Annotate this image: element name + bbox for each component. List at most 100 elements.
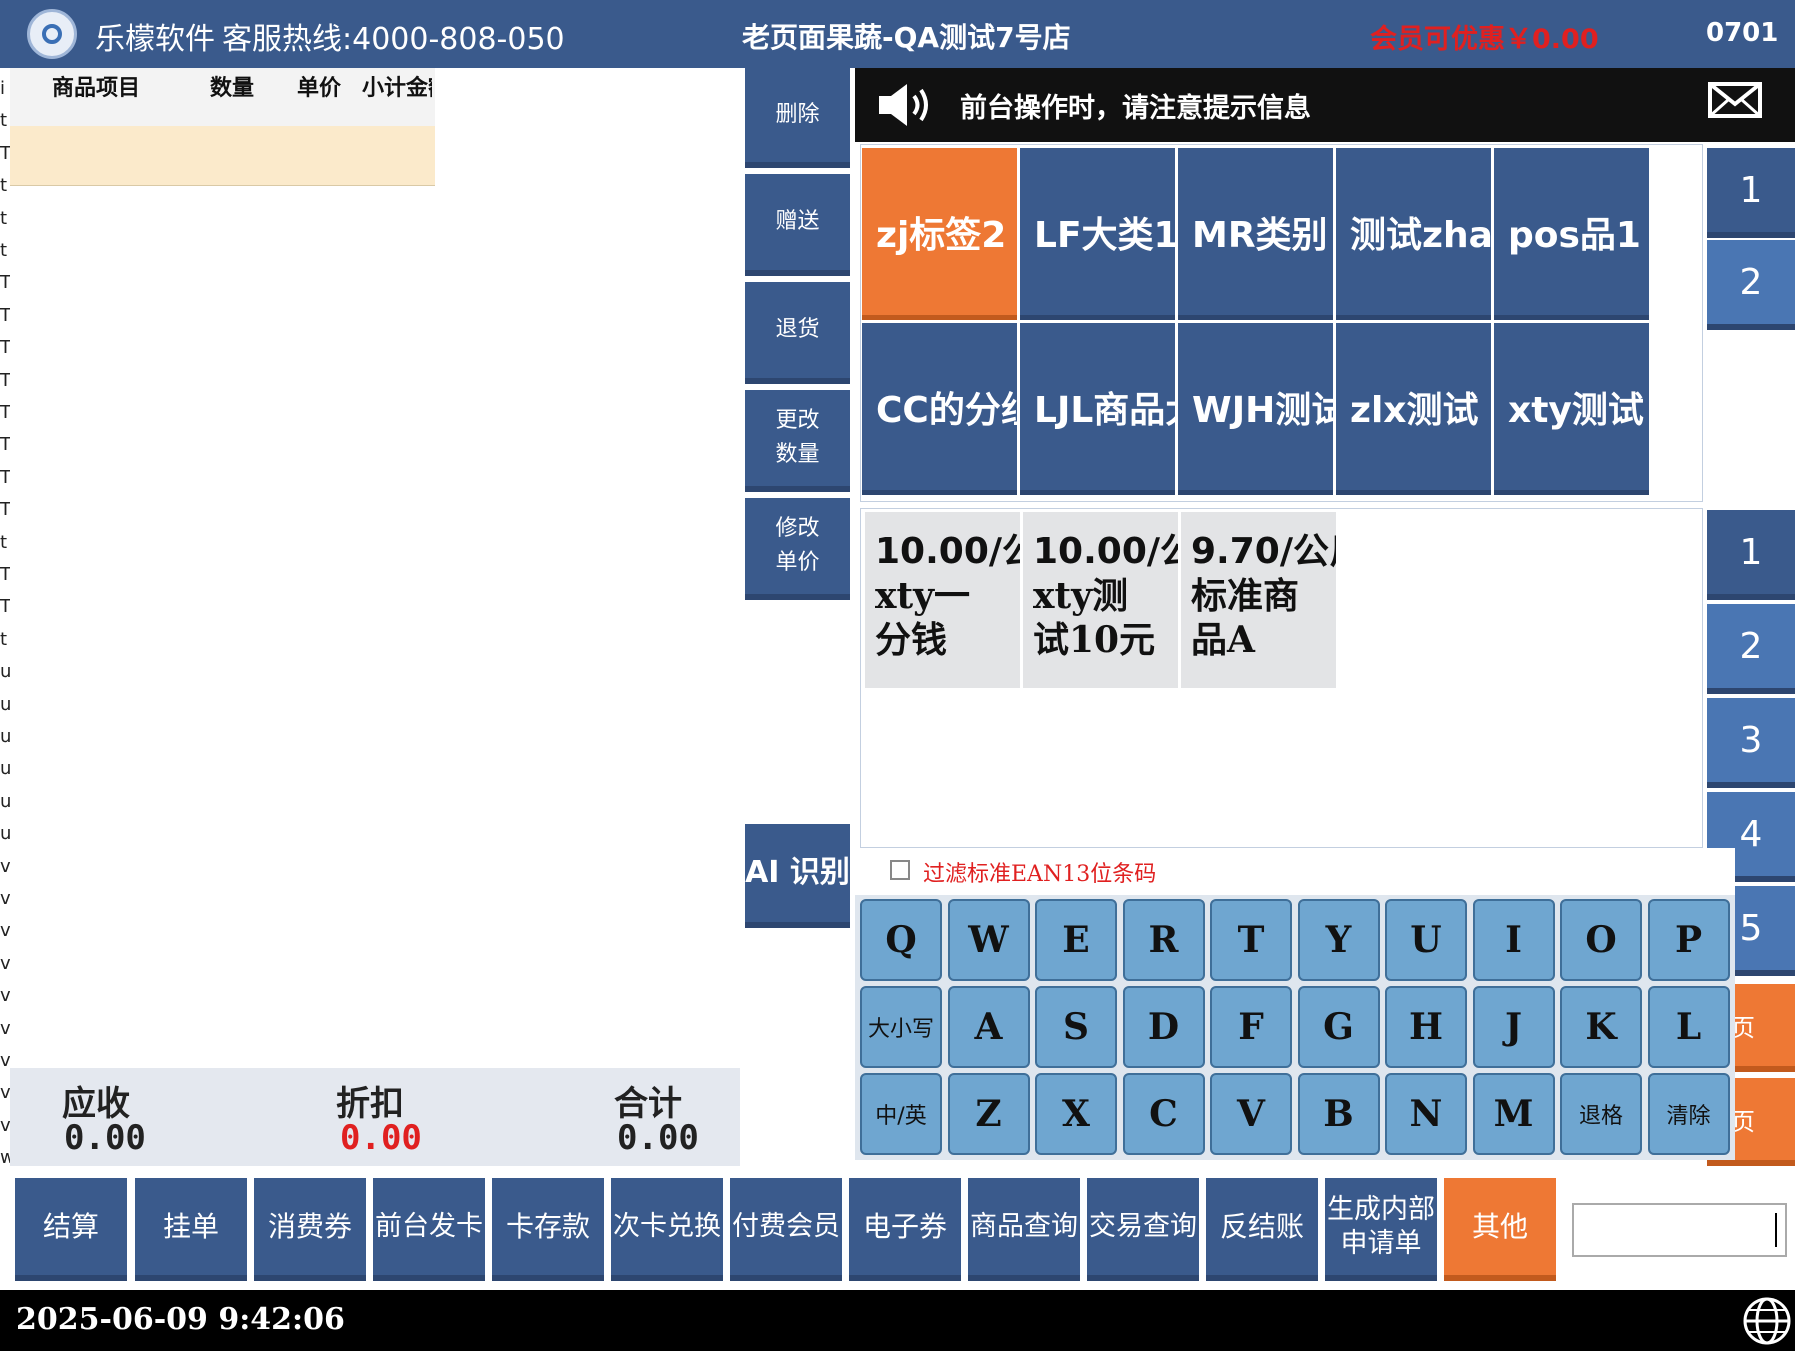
key-t[interactable]: T xyxy=(1210,899,1292,981)
category-button[interactable]: MR类别 xyxy=(1178,148,1333,320)
product-name-line2: 分钱 xyxy=(875,619,948,661)
function-button[interactable]: 生成内部 申请单 xyxy=(1325,1178,1437,1281)
function-button[interactable]: 次卡兑换 xyxy=(611,1178,723,1281)
category-button[interactable]: LF大类1 xyxy=(1020,148,1175,320)
change-qty-button[interactable]: 更改 数量 xyxy=(745,390,850,492)
order-selected-row[interactable] xyxy=(10,126,435,186)
return-button[interactable]: 退货 xyxy=(745,282,850,384)
gift-button[interactable]: 赠送 xyxy=(745,174,850,276)
clipped-char: T xyxy=(0,564,10,585)
category-button[interactable]: zj标签2 xyxy=(862,148,1017,320)
key-b[interactable]: B xyxy=(1297,1073,1380,1155)
clipped-char: T xyxy=(0,499,10,521)
category-button[interactable]: xty测试 xyxy=(1494,323,1649,495)
clipped-char: t xyxy=(0,531,8,553)
key-func[interactable]: 退格 xyxy=(1560,1073,1642,1155)
key-w[interactable]: W xyxy=(947,899,1030,981)
product-card[interactable]: 10.00/公xty测试10元 xyxy=(1023,512,1178,688)
category-page-2-button[interactable]: 2 xyxy=(1707,240,1795,330)
category-button[interactable]: CC的分组 xyxy=(862,323,1017,495)
key-l[interactable]: L xyxy=(1647,986,1730,1068)
clipped-char: u xyxy=(0,693,10,715)
key-func[interactable]: 清除 xyxy=(1647,1073,1730,1155)
key-p[interactable]: P xyxy=(1647,899,1730,981)
key-s[interactable]: S xyxy=(1035,986,1117,1068)
product-price: 10.00/公 xyxy=(1033,531,1178,572)
key-a[interactable]: A xyxy=(947,986,1030,1068)
logo-icon xyxy=(27,9,77,59)
category-button[interactable]: WJH测试 xyxy=(1178,323,1333,495)
function-button[interactable]: 挂单 xyxy=(135,1178,247,1281)
clipped-char: t xyxy=(0,110,8,132)
clipped-char: u xyxy=(0,726,10,747)
key-x[interactable]: X xyxy=(1035,1073,1117,1155)
ean-filter-checkbox[interactable] xyxy=(890,860,910,880)
function-button[interactable]: 反结账 xyxy=(1206,1178,1318,1281)
category-button[interactable]: pos品1 xyxy=(1494,148,1649,320)
function-button[interactable]: 消费券 xyxy=(254,1178,366,1281)
key-n[interactable]: N xyxy=(1385,1073,1467,1155)
clipped-char: v xyxy=(0,1017,10,1039)
barcode-input[interactable] xyxy=(1572,1203,1787,1257)
clipped-char: T xyxy=(0,142,10,164)
key-u[interactable]: U xyxy=(1385,899,1467,981)
category-page-1-button[interactable]: 1 xyxy=(1707,148,1795,238)
key-v[interactable]: V xyxy=(1210,1073,1292,1155)
function-button[interactable]: 其他 xyxy=(1444,1178,1556,1281)
speaker-icon[interactable] xyxy=(877,82,933,128)
key-e[interactable]: E xyxy=(1035,899,1117,981)
notice-text: 前台操作时，请注意提示信息 xyxy=(960,93,1311,124)
category-button[interactable]: zlx测试 xyxy=(1336,323,1491,495)
delete-button[interactable]: 删除 xyxy=(745,68,850,168)
function-button[interactable]: 前台发卡 xyxy=(373,1178,485,1281)
key-c[interactable]: C xyxy=(1122,1073,1205,1155)
clipped-char: v xyxy=(0,855,10,877)
product-card[interactable]: 10.00/公xty一分钱 xyxy=(865,512,1020,688)
key-j[interactable]: J xyxy=(1472,986,1555,1068)
key-r[interactable]: R xyxy=(1122,899,1205,981)
clipped-char: T xyxy=(0,466,10,488)
product-name-line2: 试10元 xyxy=(1033,619,1156,661)
product-card[interactable]: 9.70/公斤标准商品A xyxy=(1181,512,1336,688)
function-button[interactable]: 付费会员 xyxy=(730,1178,842,1281)
key-z[interactable]: Z xyxy=(947,1073,1030,1155)
product-page-3-button[interactable]: 3 xyxy=(1707,698,1795,788)
clipped-char: t xyxy=(0,175,8,197)
key-y[interactable]: Y xyxy=(1297,899,1380,981)
product-price: 10.00/公 xyxy=(875,531,1020,572)
key-q[interactable]: Q xyxy=(860,899,942,981)
function-button[interactable]: 结算 xyxy=(15,1178,127,1281)
clipped-char: T xyxy=(0,272,10,294)
key-g[interactable]: G xyxy=(1297,986,1380,1068)
function-button[interactable]: 商品查询 xyxy=(968,1178,1080,1281)
key-m[interactable]: M xyxy=(1472,1073,1555,1155)
col-subtotal: 小计金额 xyxy=(362,76,432,101)
ai-recognize-button[interactable]: AI 识别 xyxy=(745,824,850,928)
category-button[interactable]: LJL商品大 xyxy=(1020,323,1175,495)
product-page-2-button[interactable]: 2 xyxy=(1707,604,1795,694)
function-button[interactable]: 电子券 xyxy=(849,1178,961,1281)
clipped-char: u xyxy=(0,758,10,780)
key-func[interactable]: 中/英 xyxy=(860,1073,942,1155)
key-d[interactable]: D xyxy=(1122,986,1205,1068)
function-button[interactable]: 卡存款 xyxy=(492,1178,604,1281)
key-func[interactable]: 大小写 xyxy=(860,986,942,1068)
key-o[interactable]: O xyxy=(1560,899,1642,981)
key-k[interactable]: K xyxy=(1560,986,1642,1068)
brand-name: 乐檬软件 xyxy=(95,22,215,57)
key-f[interactable]: F xyxy=(1210,986,1292,1068)
product-page-1-button[interactable]: 1 xyxy=(1707,510,1795,600)
clipped-char: u xyxy=(0,661,10,683)
clipped-char: t xyxy=(0,240,8,261)
key-h[interactable]: H xyxy=(1385,986,1467,1068)
ean-filter[interactable]: 过滤标准EAN13位条码 xyxy=(860,848,1735,898)
globe-icon[interactable] xyxy=(1742,1296,1792,1346)
text-cursor xyxy=(1775,1213,1777,1247)
function-button[interactable]: 交易查询 xyxy=(1087,1178,1199,1281)
clipped-char: w xyxy=(0,1147,10,1169)
order-table-header: 商品项目 数量 单价 小计金额 xyxy=(10,68,435,126)
category-button[interactable]: 测试zhao xyxy=(1336,148,1491,320)
mail-icon[interactable] xyxy=(1708,82,1762,118)
change-price-button[interactable]: 修改 单价 xyxy=(745,498,850,600)
key-i[interactable]: I xyxy=(1472,899,1555,981)
